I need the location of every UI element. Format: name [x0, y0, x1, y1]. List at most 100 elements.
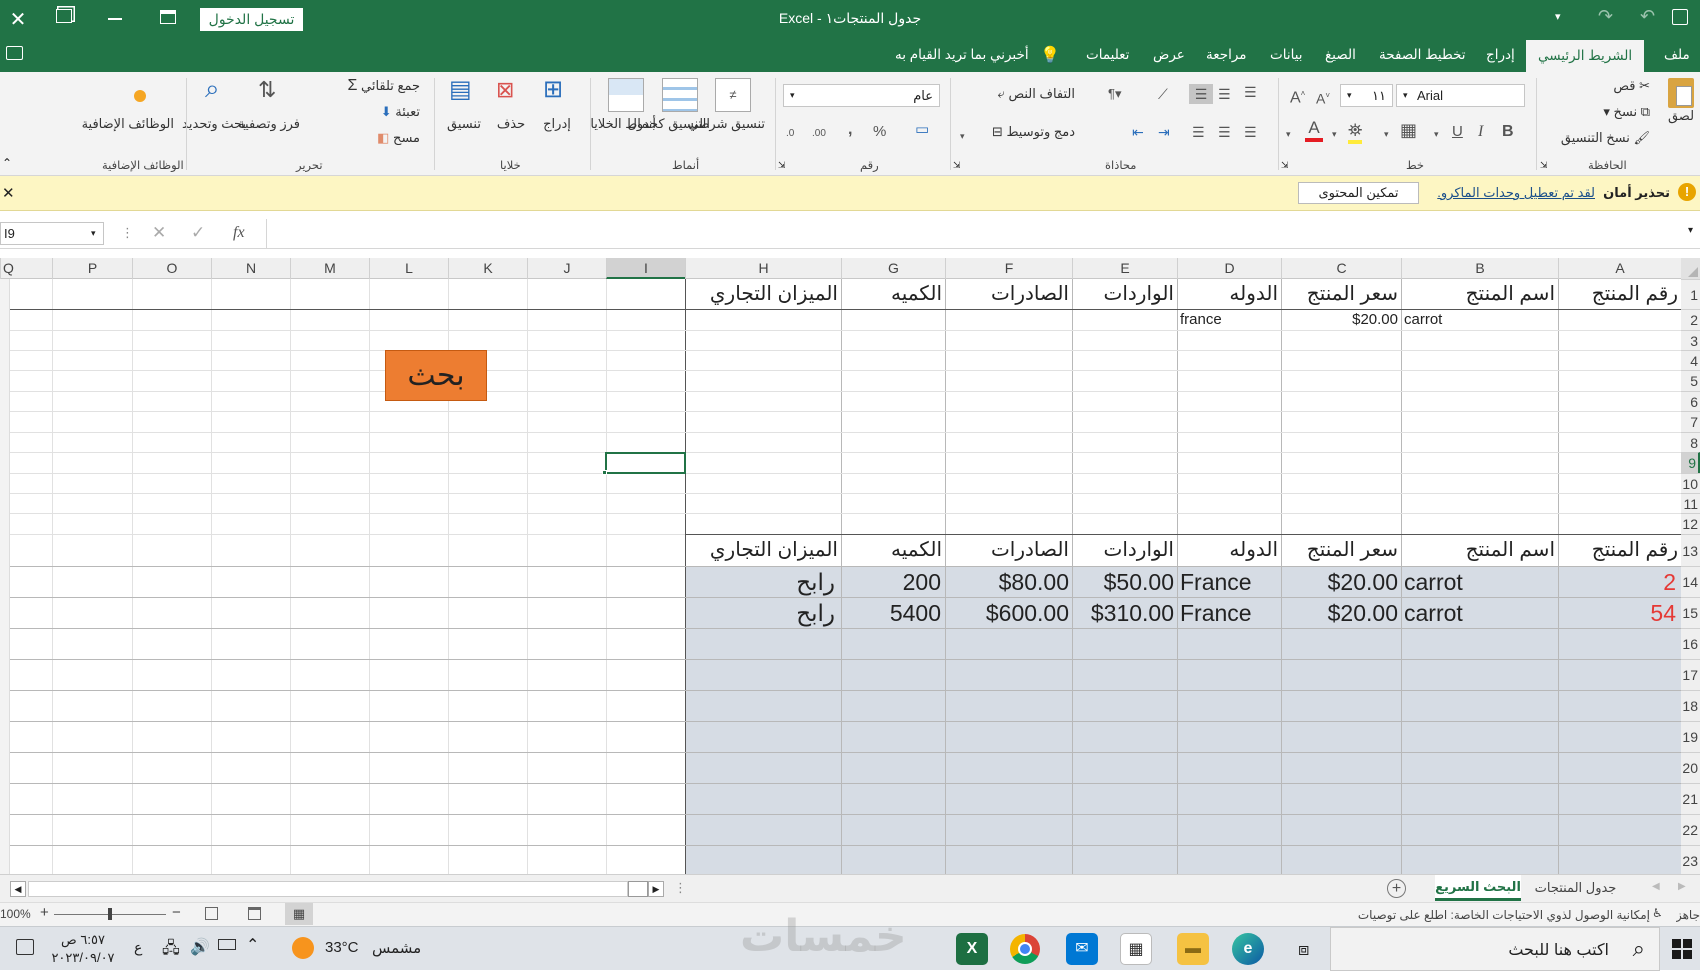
weather-desc[interactable]: مشمس	[372, 939, 421, 957]
format-table-button[interactable]: التنسيق كجدول	[627, 116, 710, 132]
add-sheet-icon[interactable]: +	[1387, 879, 1406, 898]
chrome-taskbar-icon[interactable]	[1010, 934, 1040, 964]
file-explorer-taskbar-icon[interactable]: ▬	[1177, 933, 1209, 965]
align-middle-icon[interactable]: ☰	[1218, 84, 1231, 104]
column-header[interactable]: A	[1558, 258, 1681, 279]
restore-window-icon[interactable]	[56, 9, 72, 23]
addins-icon[interactable]	[134, 90, 146, 102]
row-header[interactable]: 19	[1681, 721, 1700, 752]
table2-header-cell[interactable]: الصادرات	[945, 535, 1072, 566]
row-header[interactable]: 10	[1681, 473, 1700, 493]
task-view-icon[interactable]: ⧈	[1298, 939, 1309, 960]
column-header[interactable]: N	[211, 258, 290, 279]
row-header[interactable]: 21	[1681, 783, 1700, 814]
column-header[interactable]: J	[527, 258, 606, 279]
row-header[interactable]: 4	[1681, 350, 1700, 370]
tab-review[interactable]: مراجعة	[1206, 38, 1247, 72]
enable-content-button[interactable]: تمكين المحتوى	[1298, 182, 1419, 204]
percent-icon[interactable]: %	[873, 122, 886, 142]
insert-cells-button[interactable]: إدراج	[540, 116, 574, 132]
font-size-dropdown[interactable]: ١١ ▾	[1340, 84, 1393, 107]
table2-cell-exports[interactable]: $600.00	[945, 598, 1069, 628]
row-header-selected[interactable]: 9	[1681, 452, 1700, 473]
table2-cell-country[interactable]: France	[1180, 567, 1278, 597]
table1-header-cell[interactable]: الواردات	[1072, 279, 1177, 309]
column-header[interactable]: B	[1401, 258, 1558, 279]
column-header[interactable]: Q	[0, 258, 52, 279]
align-top-icon[interactable]: ☰	[1244, 82, 1257, 102]
accounting-format-icon[interactable]: ▭	[915, 120, 929, 140]
zoom-out-icon[interactable]: −	[172, 904, 181, 921]
column-header[interactable]: P	[52, 258, 132, 279]
column-header-selected[interactable]: I	[606, 258, 685, 279]
column-header[interactable]: C	[1281, 258, 1401, 279]
align-left-icon[interactable]: ☰	[1192, 122, 1205, 142]
row-header[interactable]: 1	[1681, 279, 1700, 309]
table2-cell-id[interactable]: 54	[1558, 598, 1676, 628]
taskbar-search-box[interactable]: اكتب هنا للبحث ⌕	[1330, 927, 1660, 971]
format-table-icon[interactable]	[662, 78, 698, 112]
cancel-entry-icon[interactable]: ✕	[152, 223, 166, 243]
expand-formula-icon[interactable]: ▾	[1688, 225, 1693, 236]
format-cells-icon[interactable]: ▤	[449, 78, 472, 102]
insert-cells-icon[interactable]: ⊞	[543, 78, 563, 102]
column-header[interactable]: D	[1177, 258, 1281, 279]
table2-cell-balance[interactable]: رابح	[685, 567, 838, 597]
sheet-nav-right-icon[interactable]: ▶	[1678, 881, 1686, 892]
clear-button[interactable]: مسح ◧	[355, 130, 420, 146]
chevron-down-icon[interactable]: ▾	[960, 126, 965, 146]
font-name-dropdown[interactable]: Arial ▾	[1396, 84, 1525, 107]
table2-cell-qty[interactable]: 5400	[841, 598, 941, 628]
tab-home[interactable]: الشريط الرئيسي	[1526, 40, 1645, 72]
edge-taskbar-icon[interactable]: e	[1232, 933, 1264, 965]
paste-button[interactable]: لصق	[1665, 78, 1697, 124]
table2-cell-qty[interactable]: 200	[841, 567, 941, 597]
ribbon-display-options-icon[interactable]	[160, 10, 176, 24]
table1-header-cell[interactable]: الكميه	[841, 279, 945, 309]
table2-header-cell[interactable]: الواردات	[1072, 535, 1177, 566]
font-launcher-icon[interactable]: ⇲	[1281, 160, 1289, 171]
table2-cell-country[interactable]: France	[1180, 598, 1278, 628]
conditional-format-button[interactable]: تنسيق شرطي	[688, 116, 765, 132]
table2-cell-imports[interactable]: $310.00	[1072, 598, 1174, 628]
scroll-right-icon[interactable]: ▶	[648, 881, 664, 897]
zoom-slider-thumb[interactable]	[108, 908, 112, 920]
volume-icon[interactable]: 🔊	[190, 937, 210, 957]
decrease-font-icon[interactable]: A˅	[1316, 86, 1330, 109]
weather-temp[interactable]: 33°C	[325, 939, 359, 956]
table1-cell-price[interactable]: $20.00	[1281, 309, 1398, 330]
active-cell-I9[interactable]	[605, 452, 686, 474]
horizontal-scrollbar[interactable]	[28, 881, 628, 897]
table1-header-cell[interactable]: الميزان التجاري	[685, 279, 841, 309]
column-header[interactable]: F	[945, 258, 1072, 279]
alignment-launcher-icon[interactable]: ⇲	[953, 160, 961, 171]
autosum-button[interactable]: جمع تلقائي Σ	[310, 78, 420, 94]
chevron-down-icon[interactable]: ▾	[1434, 124, 1439, 144]
sheet-tab-quick-search[interactable]: البحث السريع	[1435, 875, 1521, 901]
horizontal-scroll-thumb[interactable]	[628, 881, 648, 897]
scroll-left-icon[interactable]: ◀	[10, 881, 26, 897]
increase-font-icon[interactable]: A˄	[1290, 84, 1305, 108]
confirm-entry-icon[interactable]: ✓	[191, 223, 205, 243]
column-header[interactable]: M	[290, 258, 369, 279]
font-color-icon[interactable]: A	[1305, 118, 1323, 142]
comma-style-icon[interactable]: ,	[848, 120, 852, 140]
row-header[interactable]: 5	[1681, 370, 1700, 391]
minimize-window-icon[interactable]	[108, 18, 122, 20]
customize-qat-icon[interactable]: ▾	[1555, 10, 1561, 23]
clipboard-launcher-icon[interactable]: ⇲	[1540, 160, 1548, 171]
table2-header-cell[interactable]: رقم المنتج	[1558, 535, 1681, 566]
notifications-icon[interactable]	[16, 939, 34, 955]
row-header[interactable]: 18	[1681, 690, 1700, 721]
row-header[interactable]: 2	[1681, 309, 1700, 330]
table1-header-cell[interactable]: الصادرات	[945, 279, 1072, 309]
row-header[interactable]: 15	[1681, 597, 1700, 628]
zoom-level[interactable]: 100%	[0, 907, 31, 921]
formula-input[interactable]	[266, 219, 1686, 248]
sort-filter-button[interactable]: فرز وتصفية	[238, 116, 300, 132]
table2-header-cell[interactable]: سعر المنتج	[1281, 535, 1401, 566]
sheet-tab-products[interactable]: جدول المنتجات	[1528, 875, 1623, 901]
column-header[interactable]: H	[685, 258, 841, 279]
table2-cell-exports[interactable]: $80.00	[945, 567, 1069, 597]
table2-cell-id[interactable]: 2	[1558, 567, 1676, 597]
